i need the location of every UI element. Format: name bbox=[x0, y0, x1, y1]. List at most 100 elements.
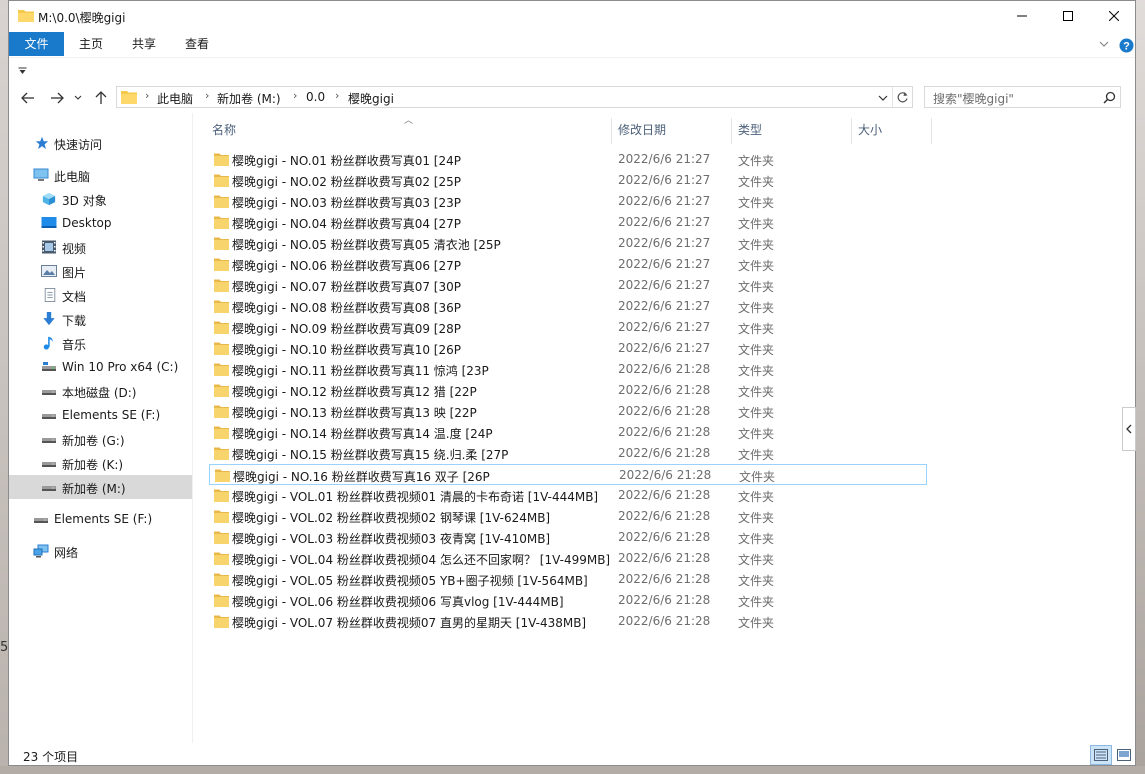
column-header-type[interactable]: 类型 bbox=[738, 121, 762, 141]
folder-icon bbox=[214, 216, 229, 229]
tab-file[interactable]: 文件 bbox=[9, 32, 64, 56]
nav-item-desktop[interactable]: Desktop bbox=[9, 211, 192, 235]
customize-toolbar-icon[interactable] bbox=[18, 67, 27, 75]
nav-label: 新加卷 (G:) bbox=[62, 434, 125, 448]
breadcrumb-folder-00[interactable]: 0.0 bbox=[306, 90, 325, 104]
table-row[interactable]: 樱晚gigi - VOL.03 粉丝群收费视频03 夜青窝 [1V-410MB]… bbox=[209, 527, 927, 548]
details-view-button[interactable] bbox=[1090, 745, 1112, 765]
maximize-button[interactable] bbox=[1045, 1, 1091, 31]
folder-icon bbox=[18, 10, 34, 22]
table-row[interactable]: 樱晚gigi - NO.02 粉丝群收费写真02 [25P 2022/6/6 21… bbox=[209, 170, 927, 191]
computer-icon bbox=[33, 168, 49, 181]
table-row[interactable]: 樱晚gigi - NO.08 粉丝群收费写真08 [36P 2022/6/6 21… bbox=[209, 296, 927, 317]
table-row[interactable]: 樱晚gigi - NO.13 粉丝群收费写真13 映 [22P 2022/6/6 … bbox=[209, 401, 927, 422]
large-icons-view-button[interactable] bbox=[1113, 745, 1135, 765]
table-row[interactable]: 樱晚gigi - VOL.05 粉丝群收费视频05 YB+圈子视频 [1V-56… bbox=[209, 569, 927, 590]
table-row[interactable]: 樱晚gigi - VOL.07 粉丝群收费视频07 直男的星期天 [1V-438… bbox=[209, 611, 927, 632]
nav-item-pictures[interactable]: 图片 bbox=[9, 259, 192, 283]
search-icon[interactable] bbox=[1103, 91, 1116, 104]
table-row[interactable]: 樱晚gigi - NO.12 粉丝群收费写真12 猎 [22P 2022/6/6 … bbox=[209, 380, 927, 401]
column-divider[interactable] bbox=[731, 118, 732, 144]
column-divider[interactable] bbox=[931, 118, 932, 144]
breadcrumb-current-folder[interactable]: 樱晚gigi bbox=[348, 90, 394, 107]
folder-icon bbox=[214, 573, 229, 586]
nav-item-3d-objects[interactable]: 3D 对象 bbox=[9, 187, 192, 211]
table-row[interactable]: 樱晚gigi - NO.03 粉丝群收费写真03 [23P 2022/6/6 21… bbox=[209, 191, 927, 212]
column-header-date[interactable]: 修改日期 bbox=[618, 121, 666, 141]
file-type: 文件夹 bbox=[738, 238, 775, 252]
nav-item-drive-f[interactable]: Elements SE (F:) bbox=[9, 403, 192, 427]
column-divider[interactable] bbox=[851, 118, 852, 144]
table-row[interactable]: 樱晚gigi - NO.05 粉丝群收费写真05 清衣池 [25P 2022/6/… bbox=[209, 233, 927, 254]
address-bar[interactable]: › 此电脑 › 新加卷 (M:) › 0.0 › 樱晚gigi bbox=[116, 86, 913, 108]
table-row[interactable]: 樱晚gigi - VOL.06 粉丝群收费视频06 写真vlog [1V-444… bbox=[209, 590, 927, 611]
forward-button[interactable] bbox=[46, 87, 68, 109]
desktop-icon bbox=[41, 217, 57, 228]
refresh-icon[interactable] bbox=[896, 91, 909, 104]
file-date: 2022/6/6 21:28 bbox=[618, 488, 711, 502]
nav-item-quick-access[interactable]: 快速访问 bbox=[9, 131, 192, 155]
table-row[interactable]: 樱晚gigi - NO.04 粉丝群收费写真04 [27P 2022/6/6 21… bbox=[209, 212, 927, 233]
address-dropdown-icon[interactable] bbox=[878, 95, 888, 101]
up-button[interactable] bbox=[90, 87, 112, 109]
table-row[interactable]: 樱晚gigi - NO.10 粉丝群收费写真10 [26P 2022/6/6 21… bbox=[209, 338, 927, 359]
tab-share[interactable]: 共享 bbox=[124, 32, 164, 56]
table-row[interactable]: 樱晚gigi - VOL.02 粉丝群收费视频02 钢琴课 [1V-624MB]… bbox=[209, 506, 927, 527]
nav-item-drive-d[interactable]: 本地磁盘 (D:) bbox=[9, 379, 192, 403]
nav-item-videos[interactable]: 视频 bbox=[9, 235, 192, 259]
nav-item-drive-m[interactable]: 新加卷 (M:) bbox=[9, 475, 192, 499]
folder-icon bbox=[214, 405, 229, 418]
table-row[interactable]: 樱晚gigi - NO.01 粉丝群收费写真01 [24P 2022/6/6 21… bbox=[209, 149, 927, 170]
nav-item-documents[interactable]: 文档 bbox=[9, 283, 192, 307]
table-row[interactable]: 樱晚gigi - NO.16 粉丝群收费写真16 双子 [26P 2022/6/6… bbox=[209, 464, 927, 485]
file-type: 文件夹 bbox=[738, 511, 775, 525]
nav-item-music[interactable]: 音乐 bbox=[9, 331, 192, 355]
search-box[interactable]: 搜索"樱晚gigi" bbox=[924, 86, 1121, 108]
music-icon bbox=[43, 336, 53, 350]
table-row[interactable]: 樱晚gigi - NO.07 粉丝群收费写真07 [30P 2022/6/6 21… bbox=[209, 275, 927, 296]
nav-item-drive-k[interactable]: 新加卷 (K:) bbox=[9, 451, 192, 475]
table-row[interactable]: 樱晚gigi - VOL.04 粉丝群收费视频04 怎么还不回家啊？ [1V-4… bbox=[209, 548, 927, 569]
table-row[interactable]: 樱晚gigi - NO.15 粉丝群收费写真15 绕.归.柔 [27P 2022/… bbox=[209, 443, 927, 464]
column-header-name[interactable]: 名称 bbox=[212, 121, 236, 141]
breadcrumb-drive-m[interactable]: 新加卷 (M:) bbox=[217, 90, 281, 107]
file-date: 2022/6/6 21:27 bbox=[618, 257, 711, 271]
breadcrumb-separator[interactable]: › bbox=[145, 89, 149, 102]
title-bar[interactable]: M:\0.0\樱晚gigi bbox=[9, 1, 1135, 31]
file-date: 2022/6/6 21:28 bbox=[618, 551, 711, 565]
details-pane-toggle[interactable] bbox=[1122, 407, 1136, 451]
back-button[interactable] bbox=[17, 87, 39, 109]
nav-item-drive-c[interactable]: Win 10 Pro x64 (C:) bbox=[9, 355, 192, 379]
chevron-down-icon bbox=[74, 95, 82, 100]
nav-label: Elements SE (F:) bbox=[54, 512, 153, 526]
table-row[interactable]: 樱晚gigi - VOL.01 粉丝群收费视频01 清晨的卡布奇诺 [1V-44… bbox=[209, 485, 927, 506]
window-title: M:\0.0\樱晚gigi bbox=[38, 11, 126, 25]
drive-icon bbox=[42, 462, 56, 467]
breadcrumb-separator[interactable]: › bbox=[293, 89, 297, 102]
table-row[interactable]: 樱晚gigi - NO.09 粉丝群收费写真09 [28P 2022/6/6 21… bbox=[209, 317, 927, 338]
minimize-button[interactable] bbox=[999, 1, 1045, 31]
expand-ribbon-button[interactable] bbox=[1099, 37, 1109, 51]
help-button[interactable]: ? bbox=[1119, 38, 1134, 56]
file-date: 2022/6/6 21:28 bbox=[618, 446, 711, 460]
table-row[interactable]: 樱晚gigi - NO.06 粉丝群收费写真06 [27P 2022/6/6 21… bbox=[209, 254, 927, 275]
drive-icon bbox=[42, 414, 56, 419]
tab-view[interactable]: 查看 bbox=[177, 32, 217, 56]
table-row[interactable]: 樱晚gigi - NO.11 粉丝群收费写真11 惊鸿 [23P 2022/6/6… bbox=[209, 359, 927, 380]
nav-item-downloads[interactable]: 下载 bbox=[9, 307, 192, 331]
breadcrumb-separator[interactable]: › bbox=[205, 89, 209, 102]
breadcrumb-this-pc[interactable]: 此电脑 bbox=[157, 90, 193, 107]
close-button[interactable] bbox=[1091, 1, 1137, 31]
column-divider[interactable] bbox=[611, 118, 612, 144]
recent-locations-button[interactable] bbox=[71, 87, 85, 109]
table-row[interactable]: 樱晚gigi - NO.14 粉丝群收费写真14 温.度 [24P 2022/6/… bbox=[209, 422, 927, 443]
tab-home[interactable]: 主页 bbox=[71, 32, 111, 56]
column-header-size[interactable]: 大小 bbox=[858, 121, 882, 141]
file-date: 2022/6/6 21:28 bbox=[618, 362, 711, 376]
file-type: 文件夹 bbox=[738, 217, 775, 231]
breadcrumb-separator[interactable]: › bbox=[335, 89, 339, 102]
nav-item-elements-se[interactable]: Elements SE (F:) bbox=[9, 507, 192, 531]
nav-item-this-pc[interactable]: 此电脑 bbox=[9, 163, 192, 187]
nav-item-network[interactable]: 网络 bbox=[9, 539, 192, 563]
nav-item-drive-g[interactable]: 新加卷 (G:) bbox=[9, 427, 192, 451]
